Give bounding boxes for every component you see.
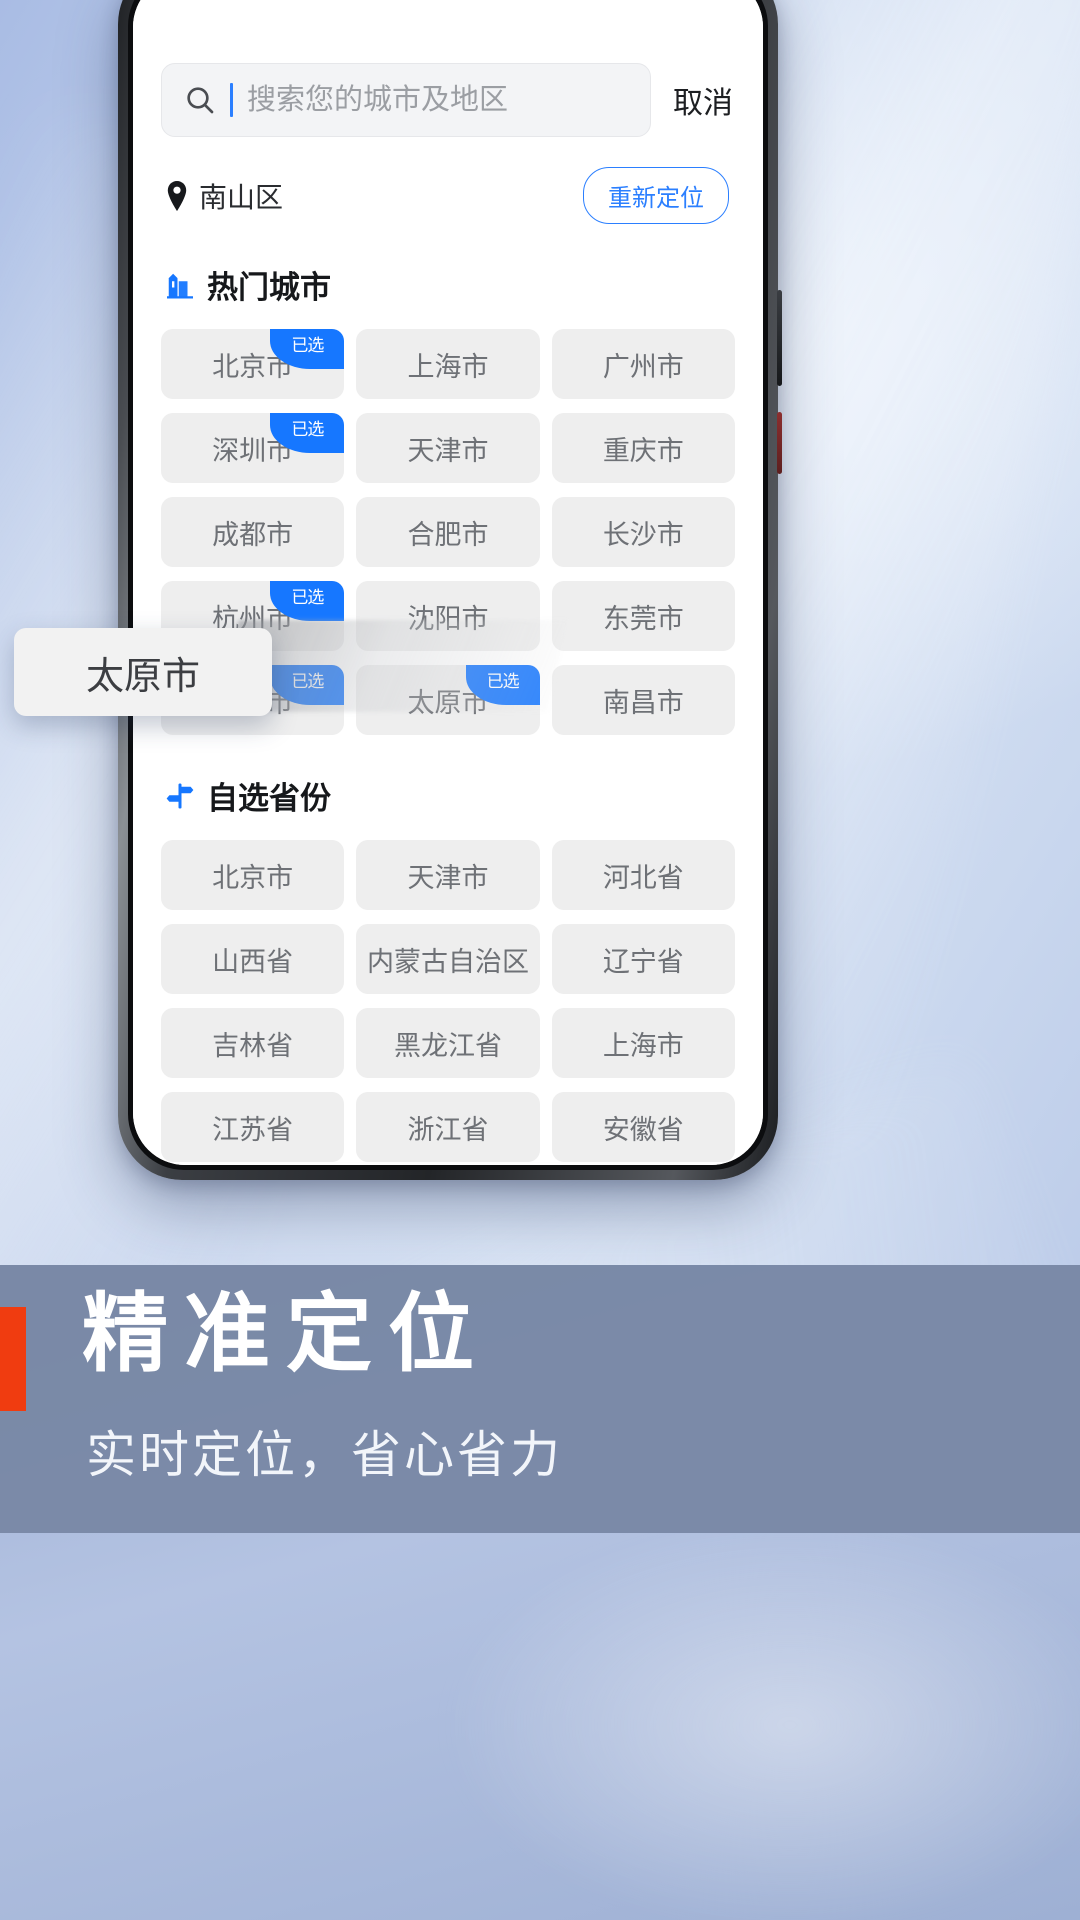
province-chip[interactable]: 上海市 — [551, 1008, 735, 1078]
hot-city-chip-label: 天津市 — [407, 435, 489, 466]
province-chip[interactable]: 北京市 — [161, 840, 345, 910]
province-chip[interactable]: 天津市 — [356, 840, 540, 910]
hot-city-chip[interactable]: 长沙市 — [551, 497, 735, 567]
province-chip-label: 北京市 — [212, 862, 294, 893]
hot-cities-grid: 北京市 已选 上海市 广州市深圳市 已选 天津市 重庆市成都市 合肥市 长沙市杭州市 已选 沈阳市 东… — [161, 329, 735, 735]
province-chip-label: 内蒙古自治区 — [366, 946, 529, 977]
hot-city-chip-label: 上海市 — [407, 351, 489, 382]
hot-city-chip[interactable]: 成都市 — [161, 497, 345, 567]
province-chip-label: 安徽省 — [602, 1114, 684, 1145]
phone-mockup: 搜索您的城市及地区 取消 南山区 重新定位 热门城市 北京市 已选 上海市 广州… — [118, 0, 782, 1180]
hot-cities-header: 热门城市 — [161, 262, 735, 307]
phone-bezel: 搜索您的城市及地区 取消 南山区 重新定位 热门城市 北京市 已选 上海市 广州… — [128, 0, 768, 1170]
search-icon — [187, 87, 214, 114]
cancel-button[interactable]: 取消 — [671, 72, 735, 128]
hot-city-chip[interactable]: 太原市 已选 — [356, 665, 540, 735]
hot-city-chip[interactable]: 沈阳市 — [356, 581, 540, 651]
hot-city-chip[interactable]: 深圳市 已选 — [161, 413, 345, 483]
hot-city-chip[interactable]: 杭州市 已选 — [161, 581, 345, 651]
hot-city-chip[interactable]: 广州市 — [551, 329, 735, 399]
hot-city-chip[interactable]: 上海市 — [356, 329, 540, 399]
current-location: 南山区 — [165, 176, 283, 216]
province-chip[interactable]: 安徽省 — [551, 1092, 735, 1162]
province-chip[interactable]: 河北省 — [551, 840, 735, 910]
hot-city-chip[interactable]: 北京市 已选 — [161, 329, 345, 399]
province-chip[interactable]: 江苏省 — [161, 1092, 345, 1162]
phone-screen: 搜索您的城市及地区 取消 南山区 重新定位 热门城市 北京市 已选 上海市 广州… — [133, 0, 763, 1165]
promo-banner: 精准定位 实时定位，省心省力 — [0, 1265, 1080, 1920]
province-chip[interactable]: 山西省 — [161, 924, 345, 994]
hot-city-chip-label: 成都市 — [212, 519, 294, 550]
hot-city-chip[interactable]: 天津市 — [356, 413, 540, 483]
province-chip-label: 浙江省 — [407, 1114, 489, 1145]
hot-city-chip-label: 南昌市 — [602, 687, 684, 718]
search-row: 搜索您的城市及地区 取消 — [161, 0, 735, 137]
province-chip-label: 黑龙江省 — [393, 1030, 502, 1061]
page-root: 搜索您的城市及地区 取消 南山区 重新定位 热门城市 北京市 已选 上海市 广州… — [0, 0, 1080, 1920]
province-chip-label: 辽宁省 — [602, 946, 684, 977]
search-input[interactable]: 搜索您的城市及地区 — [161, 63, 651, 137]
province-chip[interactable]: 内蒙古自治区 — [356, 924, 540, 994]
banner-subheadline: 实时定位，省心省力 — [86, 1427, 563, 1483]
hot-city-chip-label: 长沙市 — [602, 519, 684, 550]
hot-city-chip-label: 广州市 — [602, 351, 684, 382]
hot-city-chip-label: 东莞市 — [602, 603, 684, 634]
province-chip-label: 吉林省 — [212, 1030, 294, 1061]
city-picker-app: 搜索您的城市及地区 取消 南山区 重新定位 热门城市 北京市 已选 上海市 广州… — [133, 0, 763, 1165]
volume-button[interactable] — [777, 290, 782, 386]
province-chip[interactable]: 辽宁省 — [551, 924, 735, 994]
search-placeholder: 搜索您的城市及地区 — [247, 83, 509, 116]
signpost-icon — [166, 783, 194, 808]
text-cursor — [230, 83, 233, 117]
hot-city-chip[interactable]: 合肥市 — [356, 497, 540, 567]
banner-accent-bar — [0, 1307, 26, 1411]
hot-city-chip[interactable]: 重庆市 — [551, 413, 735, 483]
province-chip[interactable]: 黑龙江省 — [356, 1008, 540, 1078]
banner-headline: 精准定位 — [82, 1286, 490, 1382]
hot-city-chip[interactable]: 南京市 已选 — [161, 665, 345, 735]
hot-city-chip-label: 重庆市 — [602, 435, 684, 466]
banner-glow — [440, 1515, 1080, 1920]
map-pin-icon — [167, 180, 187, 211]
provinces-header: 自选省份 — [161, 773, 735, 818]
province-chip-label: 山西省 — [212, 946, 294, 977]
province-chip[interactable]: 吉林省 — [161, 1008, 345, 1078]
province-chip-label: 上海市 — [602, 1030, 684, 1061]
power-button[interactable] — [777, 412, 782, 474]
provinces-grid: 北京市 天津市 河北省山西省 内蒙古自治区 辽宁省吉林省 黑龙江省 上海市江苏省 浙江省 安徽省… — [161, 840, 735, 1165]
provinces-title: 自选省份 — [207, 781, 331, 816]
banner-plate: 精准定位 实时定位，省心省力 — [0, 1265, 1080, 1533]
building-icon — [167, 273, 193, 298]
province-chip[interactable]: 浙江省 — [356, 1092, 540, 1162]
hot-city-chip-label: 合肥市 — [407, 519, 489, 550]
province-chip-label: 天津市 — [407, 862, 489, 893]
hot-cities-title: 热门城市 — [207, 270, 331, 305]
current-location-row: 南山区 重新定位 — [161, 167, 735, 224]
relocate-button[interactable]: 重新定位 — [583, 167, 729, 224]
province-chip-label: 河北省 — [602, 862, 684, 893]
hot-city-chip[interactable]: 南昌市 — [551, 665, 735, 735]
current-location-name: 南山区 — [199, 181, 284, 213]
hot-city-chip[interactable]: 东莞市 — [551, 581, 735, 651]
hot-city-chip-label: 沈阳市 — [407, 603, 489, 634]
province-chip-label: 江苏省 — [212, 1114, 294, 1145]
